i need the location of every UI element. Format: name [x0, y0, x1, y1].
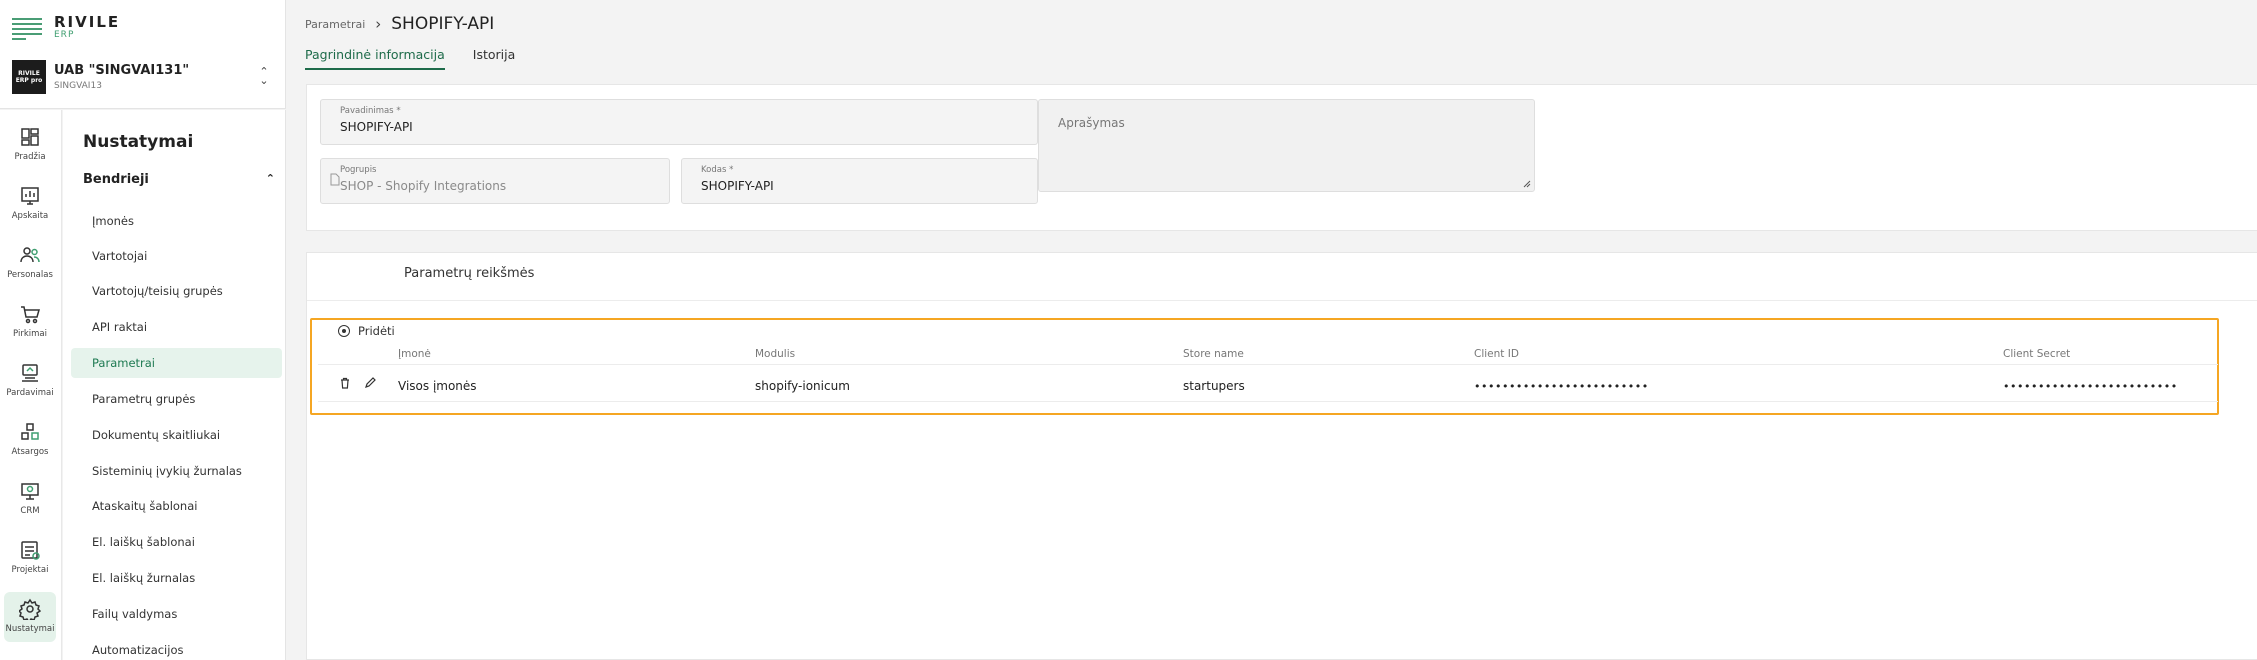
main-info-card: Pavadinimas * SHOPIFY-API Aprašymas Pogr…: [306, 84, 2257, 231]
home-dashboard-icon: [21, 128, 39, 146]
column-header-imone[interactable]: Įmonė: [398, 348, 431, 360]
tab-bar: Pagrindinė informacija Istorija: [305, 47, 543, 70]
subnav-item-el-laisku-zurnalas[interactable]: El. laiškų žurnalas: [71, 563, 282, 593]
breadcrumb-parent[interactable]: Parametrai: [305, 18, 365, 31]
subnav-item-el-laisku-sablonai[interactable]: El. laiškų šablonai: [71, 527, 282, 557]
resize-handle-icon[interactable]: [1522, 179, 1531, 188]
subnav-title: Nustatymai: [83, 132, 194, 152]
people-icon: [20, 247, 40, 263]
column-header-store-name[interactable]: Store name: [1183, 348, 1244, 360]
rail-item-nustatymai[interactable]: Nustatymai: [4, 592, 56, 642]
column-header-modulis[interactable]: Modulis: [755, 348, 795, 360]
column-header-client-secret[interactable]: Client Secret: [2003, 348, 2070, 360]
tab-main-info[interactable]: Pagrindinė informacija: [305, 47, 445, 70]
subnav-item-parametru-grupes[interactable]: Parametrų grupės: [71, 384, 282, 414]
subnav-item-ataskaitu-sablonai[interactable]: Ataskaitų šablonai: [71, 491, 282, 521]
projects-icon: [21, 541, 40, 560]
trash-icon[interactable]: [339, 377, 351, 389]
subnav-item-failu-valdymas[interactable]: Failų valdymas: [71, 599, 282, 629]
subnav-item-vartotojai[interactable]: Vartotojai: [71, 241, 282, 271]
subnav-item-dokumentu-skaitliukai[interactable]: Dokumentų skaitliukai: [71, 420, 282, 450]
add-button[interactable]: Pridėti: [338, 324, 395, 338]
brand-panel: RIVILE ERP RIVILE ERP pro UAB "SINGVAI13…: [0, 0, 286, 109]
rail-item-pardavimai[interactable]: Pardavimai: [4, 356, 56, 406]
rail-item-personalas[interactable]: Personalas: [4, 238, 56, 288]
chevron-right-icon: ›: [375, 15, 382, 33]
header-divider: [318, 364, 2218, 365]
company-name: UAB "SINGVAI131": [54, 63, 190, 78]
breadcrumb: Parametrai › SHOPIFY-API: [305, 14, 494, 34]
subnav-item-vartotoju-grupes[interactable]: Vartotojų/teisių grupės: [71, 276, 282, 306]
subnav-item-api-raktai[interactable]: API raktai: [71, 312, 282, 342]
rail-item-atsargos[interactable]: Atsargos: [4, 415, 56, 465]
company-selector[interactable]: RIVILE ERP pro UAB "SINGVAI131" SINGVAI1…: [12, 60, 189, 94]
document-icon: [330, 173, 340, 186]
crm-icon: [21, 483, 39, 500]
app-logo[interactable]: RIVILE ERP: [12, 14, 120, 41]
rail-item-crm[interactable]: CRM: [4, 474, 56, 524]
tab-history[interactable]: Istorija: [473, 47, 516, 70]
sales-icon: [22, 364, 38, 382]
subnav-item-imones[interactable]: Įmonės: [71, 206, 282, 236]
rail-item-projektai[interactable]: Projektai: [4, 533, 56, 583]
subnav-item-automatizacijos[interactable]: Automatizacijos: [71, 635, 282, 660]
edit-pencil-icon[interactable]: [364, 377, 376, 389]
chevron-up-down-icon[interactable]: ⌃ ⌄: [257, 66, 271, 86]
inventory-icon: [21, 423, 39, 440]
cart-icon: [21, 306, 40, 324]
code-field[interactable]: Kodas * SHOPIFY-API: [681, 158, 1038, 204]
subgroup-field[interactable]: Pogrupis SHOP - Shopify Integrations: [320, 158, 670, 204]
module-rail: Pradžia Apskaita Personalas Pirkimai Par…: [0, 110, 62, 660]
subnav-item-parametrai[interactable]: Parametrai: [71, 348, 282, 378]
brand-name: RIVILE: [54, 13, 121, 31]
page-title: SHOPIFY-API: [391, 14, 495, 34]
chevron-up-icon: ⌃: [265, 172, 275, 185]
cell-store-name: startupers: [1183, 379, 1245, 393]
company-code: SINGVAI13: [54, 81, 102, 91]
column-header-client-id[interactable]: Client ID: [1474, 348, 1519, 360]
parameter-values-title: Parametrų reikšmės: [404, 266, 535, 281]
row-divider: [318, 401, 2218, 402]
cell-client-id: •••••••••••••••••••••••••: [1474, 380, 1649, 393]
cell-client-secret: •••••••••••••••••••••••••: [2003, 380, 2178, 393]
brand-sub: ERP: [54, 30, 75, 40]
parameter-values-card: Parametrų reikšmės: [306, 252, 2257, 660]
menu-icon[interactable]: [12, 14, 46, 40]
settings-subnav: Nustatymai Bendrieji ⌃ Įmonės Vartotojai…: [63, 110, 286, 660]
cell-module: shopify-ionicum: [755, 379, 850, 393]
description-textarea[interactable]: Aprašymas: [1038, 99, 1535, 192]
add-circle-icon: [338, 325, 350, 337]
rail-item-pradzia[interactable]: Pradžia: [4, 120, 56, 170]
company-avatar: RIVILE ERP pro: [12, 60, 46, 94]
rail-item-apskaita[interactable]: Apskaita: [4, 179, 56, 229]
divider: [307, 300, 2257, 301]
cell-company: Visos įmonės: [398, 379, 477, 393]
subnav-item-sisteminiu-ivykiu-zurnalas[interactable]: Sisteminių įvykių žurnalas: [71, 456, 282, 486]
accounting-chart-icon: [21, 187, 39, 205]
subnav-group-bendrieji[interactable]: Bendrieji ⌃: [83, 172, 275, 187]
name-field[interactable]: Pavadinimas * SHOPIFY-API: [320, 99, 1038, 145]
settings-gear-icon: [19, 598, 41, 620]
rail-item-pirkimai[interactable]: Pirkimai: [4, 297, 56, 347]
